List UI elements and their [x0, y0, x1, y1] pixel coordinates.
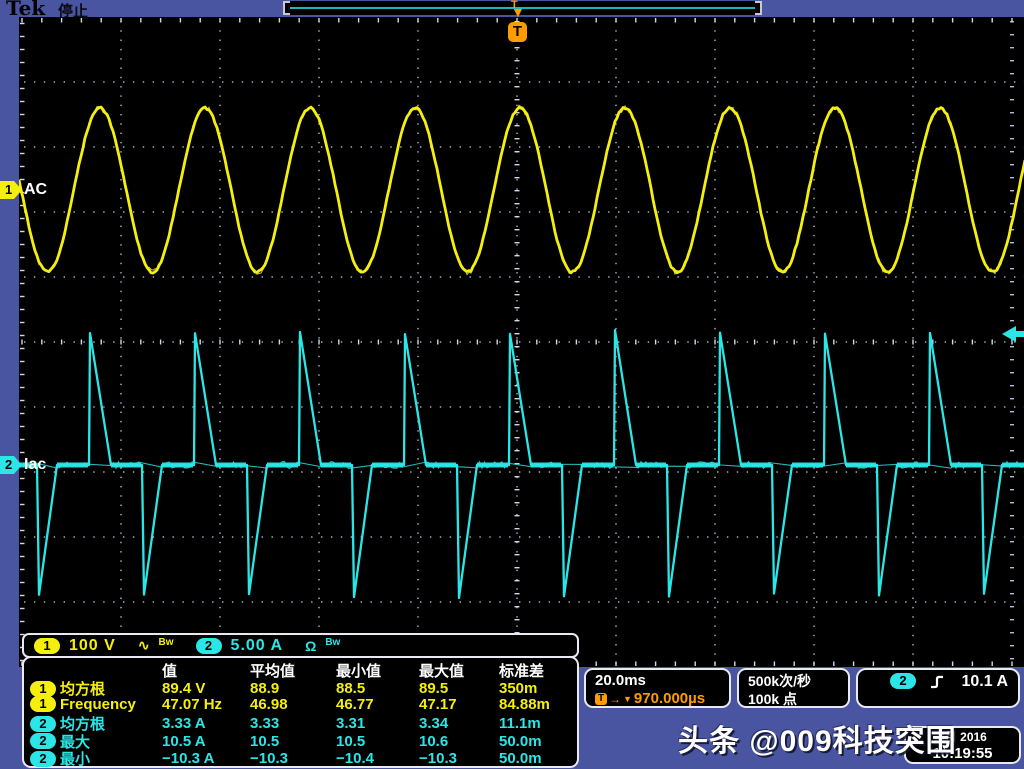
ch1-coupling-icon: ∿: [138, 637, 150, 654]
measurement-stddev: 350m: [499, 680, 571, 697]
watermark-text: 头条 @009科技突围: [678, 716, 957, 760]
ch1-bandwidth-icon: Bw: [159, 637, 174, 648]
channel-badge: 2: [30, 751, 56, 767]
down-arrow-icon: ▼: [623, 694, 632, 704]
measurement-name: Frequency: [60, 696, 162, 713]
timebase-readout: 20.0ms T→▼970.000µs: [584, 668, 731, 708]
channel-scale-bar: 1 100 V ∿ Bw 2 5.00 A Ω Bw: [22, 633, 579, 658]
ch2-scale: 5.00 A: [231, 637, 284, 655]
ch2-label: Iac: [24, 456, 46, 474]
trigger-delay-row: T→▼970.000µs: [595, 690, 720, 707]
measurement-header-row: 值 平均值 最小值 最大值 标准差: [30, 660, 571, 678]
measurement-min: 10.5: [336, 733, 419, 750]
channel-badge: 1: [30, 681, 56, 697]
measurement-stddev: 50.0m: [499, 750, 571, 767]
measurement-mean: −10.3: [250, 750, 336, 767]
measurement-max: 47.17: [419, 696, 499, 713]
trigger-delay-value: 970.000µs: [634, 690, 705, 707]
ch1-badge: 1: [34, 638, 60, 654]
measurement-name: 最小: [60, 748, 162, 769]
measurement-mean: 10.5: [250, 733, 336, 750]
measurement-min: −10.4: [336, 750, 419, 767]
col-max: 最大值: [419, 660, 499, 681]
trigger-t-badge: T: [508, 22, 527, 42]
record-start-bracket-icon: [283, 1, 290, 15]
col-mean: 平均值: [250, 660, 336, 681]
measurement-row: 2均方根3.33 A3.333.313.3411.1m: [30, 713, 571, 731]
record-end-bracket-icon: [755, 1, 762, 15]
measurement-stddev: 50.0m: [499, 733, 571, 750]
acquisition-readout: 500k次/秒 100k 点: [737, 668, 850, 708]
measurement-stddev: 84.88m: [499, 696, 571, 713]
measurement-stddev: 11.1m: [499, 715, 571, 732]
col-min: 最小值: [336, 660, 419, 681]
measurement-max: −10.3: [419, 750, 499, 767]
rising-edge-icon: [930, 674, 944, 690]
tek-logo: Tek: [6, 0, 45, 20]
measurement-max: 89.5: [419, 680, 499, 697]
ch2-badge: 2: [196, 638, 222, 654]
channel-badge: 2: [30, 716, 56, 732]
measurement-table: 值 平均值 最小值 最大值 标准差 1均方根89.4 V88.988.589.5…: [22, 656, 579, 768]
ch2-bandwidth-icon: Bw: [325, 637, 340, 648]
ch1-scale: 100 V: [69, 637, 116, 655]
acquisition-status: 停止: [58, 0, 88, 21]
trigger-readout: 2 10.1 A: [856, 668, 1020, 708]
measurement-row: 1Frequency47.07 Hz46.9846.7747.1784.88m: [30, 696, 571, 714]
channel-badge: 2: [30, 733, 56, 749]
measurement-mean: 88.9: [250, 680, 336, 697]
sample-rate: 500k次/秒: [748, 672, 839, 690]
timebase-scale: 20.0ms: [595, 672, 720, 689]
trigger-position-arrow-icon: ▼: [511, 5, 525, 19]
measurement-max: 3.34: [419, 715, 499, 732]
measurement-mean: 46.98: [250, 696, 336, 713]
measurement-value: 10.5 A: [162, 733, 250, 750]
measurement-min: 3.31: [336, 715, 419, 732]
record-length: 100k 点: [748, 690, 839, 708]
measurement-row: 2最小−10.3 A−10.3−10.4−10.350.0m: [30, 748, 571, 766]
measurement-row: 1均方根89.4 V88.988.589.5350m: [30, 678, 571, 696]
measurement-value: 89.4 V: [162, 680, 250, 697]
measurement-value: 47.07 Hz: [162, 696, 250, 713]
measurement-min: 46.77: [336, 696, 419, 713]
right-arrow-icon: →: [609, 692, 621, 706]
trigger-t-icon: T: [595, 693, 607, 705]
measurement-value: 3.33 A: [162, 715, 250, 732]
col-stddev: 标准差: [499, 660, 571, 681]
ch2-coupling-icon: Ω: [305, 638, 316, 654]
measurement-mean: 3.33: [250, 715, 336, 732]
measurement-row: 2最大10.5 A10.510.510.650.0m: [30, 731, 571, 749]
measurement-rows: 1均方根89.4 V88.988.589.5350m1Frequency47.0…: [30, 678, 571, 766]
measurement-min: 88.5: [336, 680, 419, 697]
channel-badge: 1: [30, 696, 56, 712]
ch1-label: AC: [24, 181, 47, 199]
measurement-max: 10.6: [419, 733, 499, 750]
trigger-level-value: 10.1 A: [961, 673, 1008, 691]
col-value: 值: [162, 660, 250, 681]
measurement-value: −10.3 A: [162, 750, 250, 767]
trigger-source-badge: 2: [890, 673, 916, 689]
